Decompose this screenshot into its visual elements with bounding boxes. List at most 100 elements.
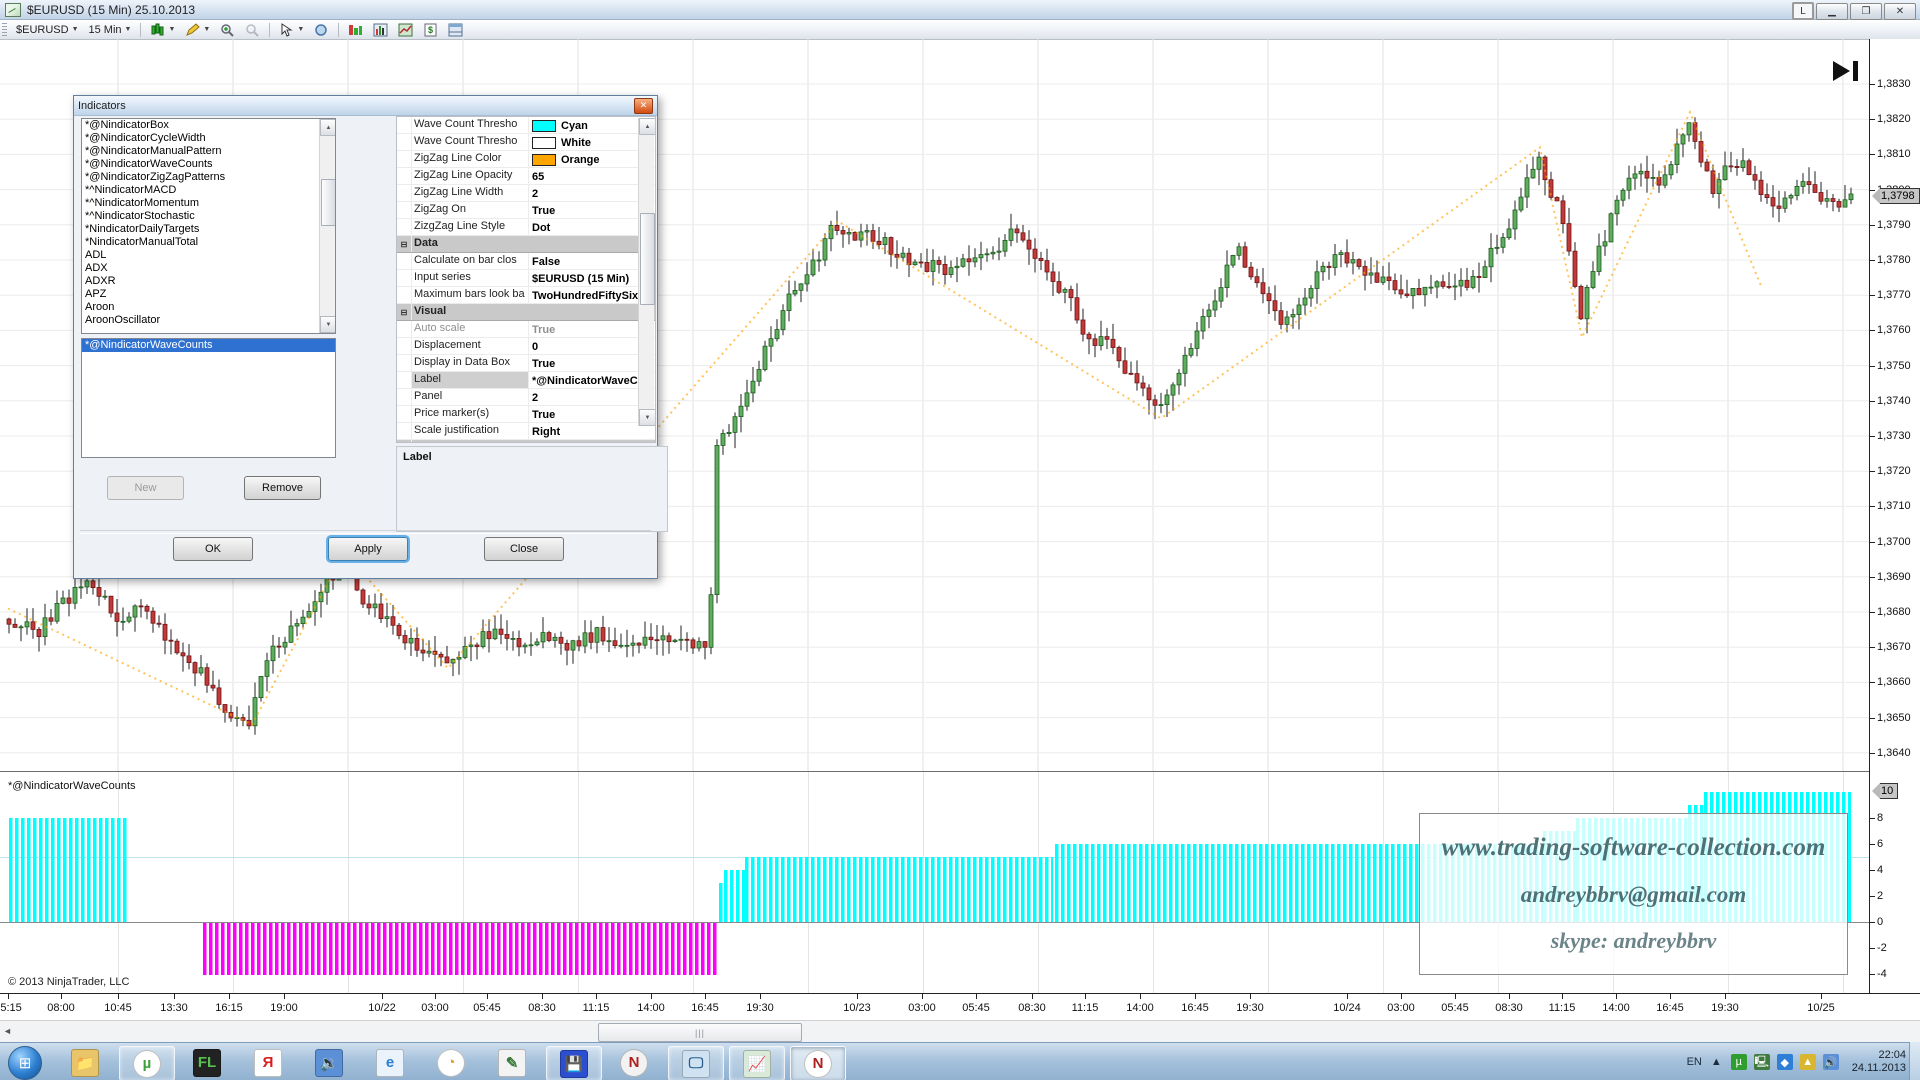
draw-tool-button[interactable]: ▼ [182, 22, 213, 38]
taskbar-explorer[interactable]: 📁 [58, 1046, 112, 1079]
property-row[interactable]: Wave Count ThreshoWhite [397, 134, 655, 151]
strategies-button[interactable] [395, 22, 416, 38]
property-row[interactable]: ZigZag Line Width2 [397, 185, 655, 202]
restore-button[interactable]: ❐ [1850, 3, 1882, 20]
scroll-down-icon[interactable]: ▼ [639, 409, 656, 426]
cursor-tool-button[interactable]: ▼ [276, 22, 307, 38]
zoom-in-button[interactable] [217, 22, 238, 38]
indicator-item[interactable]: *@NindicatorZigZagPatterns [82, 171, 335, 184]
indicator-item[interactable]: *^NindicatorStochastic [82, 210, 335, 223]
grid-scrollbar[interactable]: ▲ ▼ [638, 118, 654, 426]
indicator-item[interactable]: *NindicatorDailyTargets [82, 223, 335, 236]
language-indicator[interactable]: EN [1687, 1056, 1702, 1068]
taskbar-chrome[interactable]: ◔ [424, 1046, 478, 1079]
property-row[interactable]: Label*@NindicatorWaveC [397, 372, 655, 389]
property-value[interactable]: 2 [529, 185, 655, 201]
property-value[interactable]: 65 [529, 168, 655, 184]
property-value[interactable]: False [529, 253, 655, 269]
properties-grid[interactable]: Wave Count ThreshoCyanWave Count Thresho… [396, 116, 656, 443]
indicators-button[interactable] [370, 22, 391, 38]
property-value[interactable]: True [529, 202, 655, 218]
indicator-item[interactable]: ADL [82, 249, 335, 262]
indicator-item[interactable]: *NindicatorManualTotal [82, 236, 335, 249]
property-value[interactable]: True [529, 355, 655, 371]
instrument-selector[interactable]: $EURUSD▼ [13, 22, 82, 38]
scroll-down-icon[interactable]: ▼ [320, 316, 336, 333]
selected-indicator-item[interactable]: *@NindicatorWaveCounts [82, 339, 335, 352]
indicator-item[interactable]: ADX [82, 262, 335, 275]
panel-layout-button[interactable] [445, 22, 466, 38]
property-row[interactable]: Wave Count ThreshoCyan [397, 117, 655, 134]
property-value[interactable]: True [529, 321, 655, 337]
indicator-item[interactable]: *@NindicatorWaveCounts [82, 158, 335, 171]
data-box-button[interactable] [311, 22, 332, 38]
clock[interactable]: 22:04 24.11.2013 [1852, 1049, 1906, 1075]
taskbar-ninjatrader[interactable]: N [607, 1046, 661, 1079]
taskbar-notepad-editor[interactable]: ✎ [485, 1046, 539, 1079]
interval-selector[interactable]: 15 Min▼ [86, 22, 135, 38]
zoom-out-button[interactable] [242, 22, 263, 38]
indicator-item[interactable]: APZ [82, 288, 335, 301]
property-row[interactable]: ZigZag Line ColorOrange [397, 151, 655, 168]
taskbar-chart-monitor[interactable]: 📈 [729, 1046, 785, 1080]
property-value[interactable]: Cyan [529, 117, 655, 133]
collapse-icon[interactable]: ⊟ [397, 236, 412, 252]
scroll-up-icon[interactable]: ▲ [639, 118, 656, 135]
scrollbar-thumb[interactable]: ||| [598, 1023, 802, 1042]
taskbar-yandex-browser[interactable]: Я [241, 1046, 295, 1079]
property-row[interactable]: Maximum bars look baTwoHundredFiftySix [397, 287, 655, 304]
taskbar-volume-app[interactable]: 🔉 [302, 1046, 356, 1079]
property-section[interactable]: ⊟Visual [397, 304, 655, 321]
bar-settings-button[interactable] [345, 22, 366, 38]
property-row[interactable]: Calculate on bar closFalse [397, 253, 655, 270]
indicator-item[interactable]: *@NindicatorManualPattern [82, 145, 335, 158]
link-button[interactable]: L [1792, 2, 1814, 20]
taskbar-fl-app[interactable]: FL [180, 1046, 234, 1079]
scrollbar-thumb[interactable] [640, 213, 655, 305]
property-row[interactable]: Display in Data BoxTrue [397, 355, 655, 372]
dialog-close-button[interactable]: ✕ [634, 98, 653, 114]
chart-style-button[interactable]: ▼ [147, 22, 178, 38]
property-value[interactable]: 0 [529, 338, 655, 354]
property-row[interactable]: ZizgZag Line StyleDot [397, 219, 655, 236]
indicator-item[interactable]: *@NindicatorBox [82, 119, 335, 132]
apply-button[interactable]: Apply [328, 537, 408, 561]
dialog-titlebar[interactable]: Indicators ✕ [74, 96, 657, 116]
collapse-icon[interactable]: ⊟ [397, 440, 412, 443]
property-value[interactable]: Right [529, 423, 655, 439]
taskbar-remote-computer[interactable]: 🖵 [668, 1046, 724, 1080]
scrollbar-thumb[interactable] [321, 179, 336, 226]
property-row[interactable]: ZigZag Line Opacity65 [397, 168, 655, 185]
minimize-button[interactable]: ▁ [1816, 3, 1848, 20]
property-value[interactable]: TwoHundredFiftySix [529, 287, 655, 303]
price-axis[interactable]: 1,38301,38201,38101,38001,37901,37801,37… [1869, 39, 1920, 1019]
network-tray-icon[interactable]: 🖳 [1754, 1054, 1770, 1070]
time-axis[interactable]: 05:1508:0010:4513:3016:1519:0010/2203:00… [0, 993, 1920, 1021]
property-row[interactable]: Auto scaleTrue [397, 321, 655, 338]
collapse-icon[interactable]: ⊟ [397, 304, 412, 320]
indicator-item[interactable]: *^NindicatorMACD [82, 184, 335, 197]
hidden-icons-button[interactable]: ▲ [1711, 1056, 1722, 1068]
show-desktop-button[interactable] [1909, 1042, 1920, 1080]
indicator-item[interactable]: AroonOscillator [82, 314, 335, 327]
scroll-left-arrow[interactable]: ◄ [3, 1026, 12, 1036]
property-value[interactable]: *@NindicatorWaveC [529, 372, 655, 388]
taskbar-save-tool[interactable]: 💾 [546, 1046, 602, 1080]
account-button[interactable]: $ [420, 22, 441, 38]
selected-indicators-list[interactable]: *@NindicatorWaveCounts [81, 338, 336, 458]
indicator-item[interactable]: Aroon [82, 301, 335, 314]
property-value[interactable]: True [529, 406, 655, 422]
dropbox-tray-icon[interactable]: ◆ [1777, 1054, 1793, 1070]
indicator-item[interactable]: *@NindicatorCycleWidth [82, 132, 335, 145]
start-button[interactable]: ⊞ [8, 1046, 42, 1080]
new-button[interactable]: New [107, 476, 184, 500]
taskbar-internet-explorer[interactable]: e [363, 1046, 417, 1079]
property-value[interactable]: $EURUSD (15 Min) [529, 270, 655, 286]
property-value[interactable]: 2 [529, 389, 655, 405]
property-row[interactable]: Panel2 [397, 389, 655, 406]
utorrent-tray-icon[interactable]: µ [1731, 1054, 1747, 1070]
taskbar-utorrent[interactable]: µ [119, 1046, 175, 1080]
scroll-up-icon[interactable]: ▲ [320, 119, 336, 136]
list-scrollbar[interactable]: ▲ ▼ [319, 119, 335, 333]
taskbar-ninjatrader-active[interactable]: N [790, 1046, 846, 1080]
